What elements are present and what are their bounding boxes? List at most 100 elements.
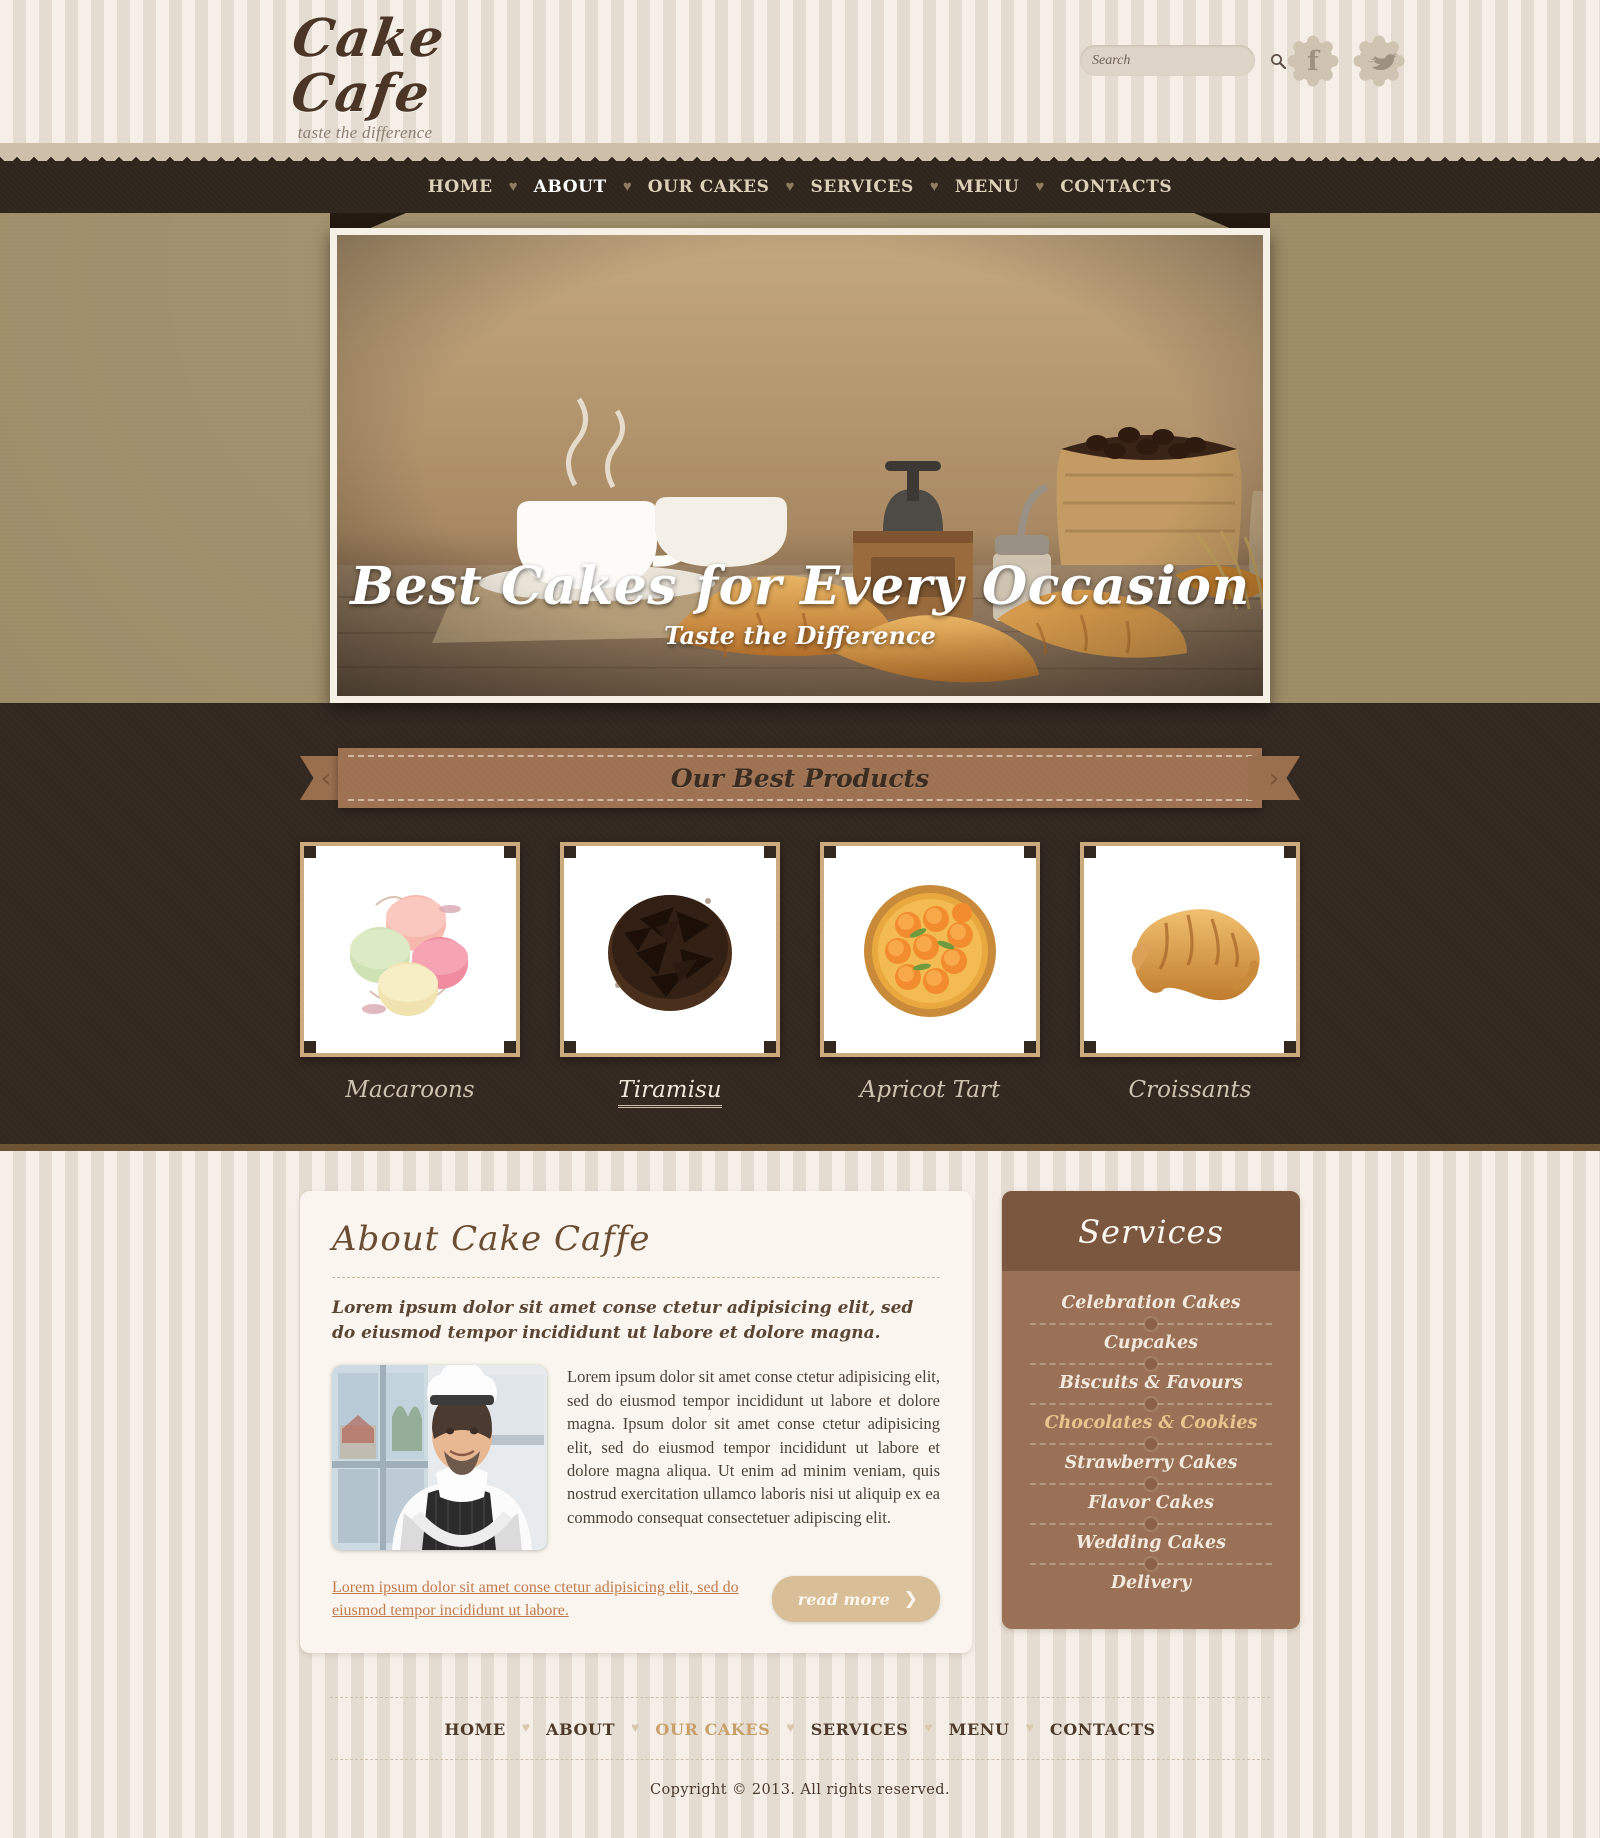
site-footer: HOME ♥ ABOUT ♥ OUR CAKES ♥ SERVICES ♥ ME… xyxy=(0,1652,1600,1838)
about-more-link[interactable]: Lorem ipsum dolor sit amet conse ctetur … xyxy=(332,1576,744,1622)
product-item-tiramisu[interactable]: Tiramisu xyxy=(560,842,780,1108)
footer-nav: HOME ♥ ABOUT ♥ OUR CAKES ♥ SERVICES ♥ ME… xyxy=(330,1698,1270,1759)
hero-wrap: Best Cakes for Every Occasion Taste the … xyxy=(165,213,1435,703)
about-body: Lorem ipsum dolor sit amet conse ctetur … xyxy=(332,1365,940,1551)
footer-item-about[interactable]: ABOUT xyxy=(532,1720,629,1739)
list-item[interactable]: Celebration Cakes xyxy=(1024,1283,1278,1323)
logo-title: Cake Cafe xyxy=(287,8,450,124)
heart-icon: ♥ xyxy=(1035,178,1045,195)
list-item[interactable]: Wedding Cakes xyxy=(1024,1518,1278,1563)
heart-icon: ♥ xyxy=(924,1721,933,1737)
nav-item-services[interactable]: SERVICES xyxy=(796,177,927,197)
nav-item-contacts[interactable]: CONTACTS xyxy=(1046,177,1186,197)
about-heading: About Cake Caffe xyxy=(332,1219,651,1259)
search-box[interactable] xyxy=(1080,45,1287,76)
site-logo[interactable]: Cake Cafe taste the difference xyxy=(215,8,515,143)
service-link-cupcakes[interactable]: Cupcakes xyxy=(1024,1323,1278,1363)
services-heading: Services xyxy=(1078,1213,1224,1251)
product-item-croissants[interactable]: Croissants xyxy=(1080,842,1300,1108)
hero-subhead: Taste the Difference xyxy=(664,621,936,650)
nav-item-home[interactable]: HOME xyxy=(414,177,507,197)
service-link-delivery[interactable]: Delivery xyxy=(1024,1563,1278,1603)
service-link-chocolates-cookies[interactable]: Chocolates & Cookies xyxy=(1024,1403,1278,1443)
heart-icon: ♥ xyxy=(929,178,939,195)
product-cards: Macaroons Tiramisu Apricot Tart Croissan… xyxy=(300,842,1300,1108)
read-more-button[interactable]: read more ❯ xyxy=(771,1576,940,1623)
chef-photo xyxy=(332,1365,547,1551)
list-item[interactable]: Chocolates & Cookies xyxy=(1024,1398,1278,1443)
site-header: Cake Cafe taste the difference Search f xyxy=(0,0,1600,143)
croissants-image xyxy=(1131,909,1260,1001)
hero-headline: Best Cakes for Every Occasion xyxy=(350,556,1250,618)
list-item[interactable]: Strawberry Cakes xyxy=(1024,1438,1278,1483)
heart-icon: ♥ xyxy=(622,178,632,195)
ribbon-banner: Our Best Products xyxy=(338,748,1262,808)
logo-tagline: taste the difference xyxy=(297,123,433,143)
products-ribbon: ‹ Our Best Products › xyxy=(300,748,1300,808)
list-item[interactable]: Cupcakes xyxy=(1024,1318,1278,1363)
product-label[interactable]: Tiramisu xyxy=(618,1077,722,1108)
heart-icon: ♥ xyxy=(521,1721,531,1737)
search-icon[interactable] xyxy=(1270,53,1287,69)
product-thumb[interactable] xyxy=(560,842,780,1057)
nav-hero-zone: HOME ♥ ABOUT ♥ OUR CAKES ♥ SERVICES ♥ ME… xyxy=(0,161,1600,703)
services-header: Services xyxy=(1002,1191,1300,1271)
heart-icon: ♥ xyxy=(631,1721,640,1737)
footer-item-menu[interactable]: MENU xyxy=(935,1720,1024,1739)
service-link-flavor-cakes[interactable]: Flavor Cakes xyxy=(1024,1483,1278,1523)
twitter-icon[interactable] xyxy=(1353,35,1405,87)
about-footer: Lorem ipsum dolor sit amet conse ctetur … xyxy=(332,1576,940,1623)
footer-item-contacts[interactable]: CONTACTS xyxy=(1036,1720,1170,1739)
hero-caption: Best Cakes for Every Occasion Taste the … xyxy=(337,560,1263,650)
service-link-celebration-cakes[interactable]: Celebration Cakes xyxy=(1024,1283,1278,1323)
products-title: Our Best Products xyxy=(670,763,930,793)
product-thumb[interactable] xyxy=(1080,842,1300,1057)
zigzag-divider xyxy=(0,143,1600,161)
product-label[interactable]: Croissants xyxy=(1080,1077,1300,1103)
navbar: HOME ♥ ABOUT ♥ OUR CAKES ♥ SERVICES ♥ ME… xyxy=(0,161,1600,245)
nav-item-about[interactable]: ABOUT xyxy=(520,177,621,197)
about-panel: About Cake Caffe Lorem ipsum dolor sit a… xyxy=(300,1191,972,1653)
next-arrow-icon[interactable]: › xyxy=(1248,756,1300,800)
social-links: f xyxy=(1287,35,1405,87)
product-item-macaroons[interactable]: Macaroons xyxy=(300,842,520,1108)
macaroons-image xyxy=(349,895,468,1016)
about-divider xyxy=(332,1277,940,1278)
list-item[interactable]: Flavor Cakes xyxy=(1024,1478,1278,1523)
footer-item-home[interactable]: HOME xyxy=(430,1720,519,1739)
heart-icon: ♥ xyxy=(508,178,518,195)
best-products-section: ‹ Our Best Products › Macaroons Tiramisu… xyxy=(0,703,1600,1151)
facebook-icon[interactable]: f xyxy=(1287,35,1339,87)
apricot-tart-image xyxy=(863,885,996,1017)
about-lead: Lorem ipsum dolor sit amet conse ctetur … xyxy=(332,1298,914,1343)
main-nav: HOME ♥ ABOUT ♥ OUR CAKES ♥ SERVICES ♥ ME… xyxy=(165,161,1435,213)
product-label[interactable]: Macaroons xyxy=(300,1077,520,1103)
services-list: Celebration Cakes Cupcakes Biscuits & Fa… xyxy=(1002,1271,1300,1629)
nav-item-menu[interactable]: MENU xyxy=(941,177,1034,197)
product-item-apricot-tart[interactable]: Apricot Tart xyxy=(820,842,1040,1108)
scallop-shape xyxy=(1353,35,1405,87)
heart-icon: ♥ xyxy=(1025,1721,1034,1737)
tiramisu-image xyxy=(607,895,732,1011)
product-thumb[interactable] xyxy=(820,842,1040,1057)
service-link-wedding-cakes[interactable]: Wedding Cakes xyxy=(1024,1523,1278,1563)
search-input[interactable] xyxy=(1092,52,1270,69)
service-link-biscuits-favours[interactable]: Biscuits & Favours xyxy=(1024,1363,1278,1403)
service-link-strawberry-cakes[interactable]: Strawberry Cakes xyxy=(1024,1443,1278,1483)
product-thumb[interactable] xyxy=(300,842,520,1057)
heart-icon: ♥ xyxy=(786,1721,795,1737)
footer-item-our-cakes[interactable]: OUR CAKES xyxy=(641,1720,784,1739)
list-item[interactable]: Biscuits & Favours xyxy=(1024,1358,1278,1403)
nav-item-our-cakes[interactable]: OUR CAKES xyxy=(634,177,784,197)
services-panel: Services Celebration Cakes Cupcakes Bisc… xyxy=(1002,1191,1300,1629)
chevron-right-icon: ❯ xyxy=(903,1589,918,1610)
footer-item-services[interactable]: SERVICES xyxy=(797,1720,923,1739)
product-label[interactable]: Apricot Tart xyxy=(820,1077,1040,1103)
facebook-glyph: f xyxy=(1307,45,1319,77)
about-paragraph: Lorem ipsum dolor sit amet conse ctetur … xyxy=(567,1367,940,1527)
hero-slider[interactable]: Best Cakes for Every Occasion Taste the … xyxy=(330,228,1270,703)
copyright-text: Copyright © 2013. All rights reserved. xyxy=(650,1781,950,1798)
list-item[interactable]: Delivery xyxy=(1024,1558,1278,1603)
main-content: About Cake Caffe Lorem ipsum dolor sit a… xyxy=(0,1151,1600,1653)
read-more-label: read more xyxy=(797,1589,890,1609)
